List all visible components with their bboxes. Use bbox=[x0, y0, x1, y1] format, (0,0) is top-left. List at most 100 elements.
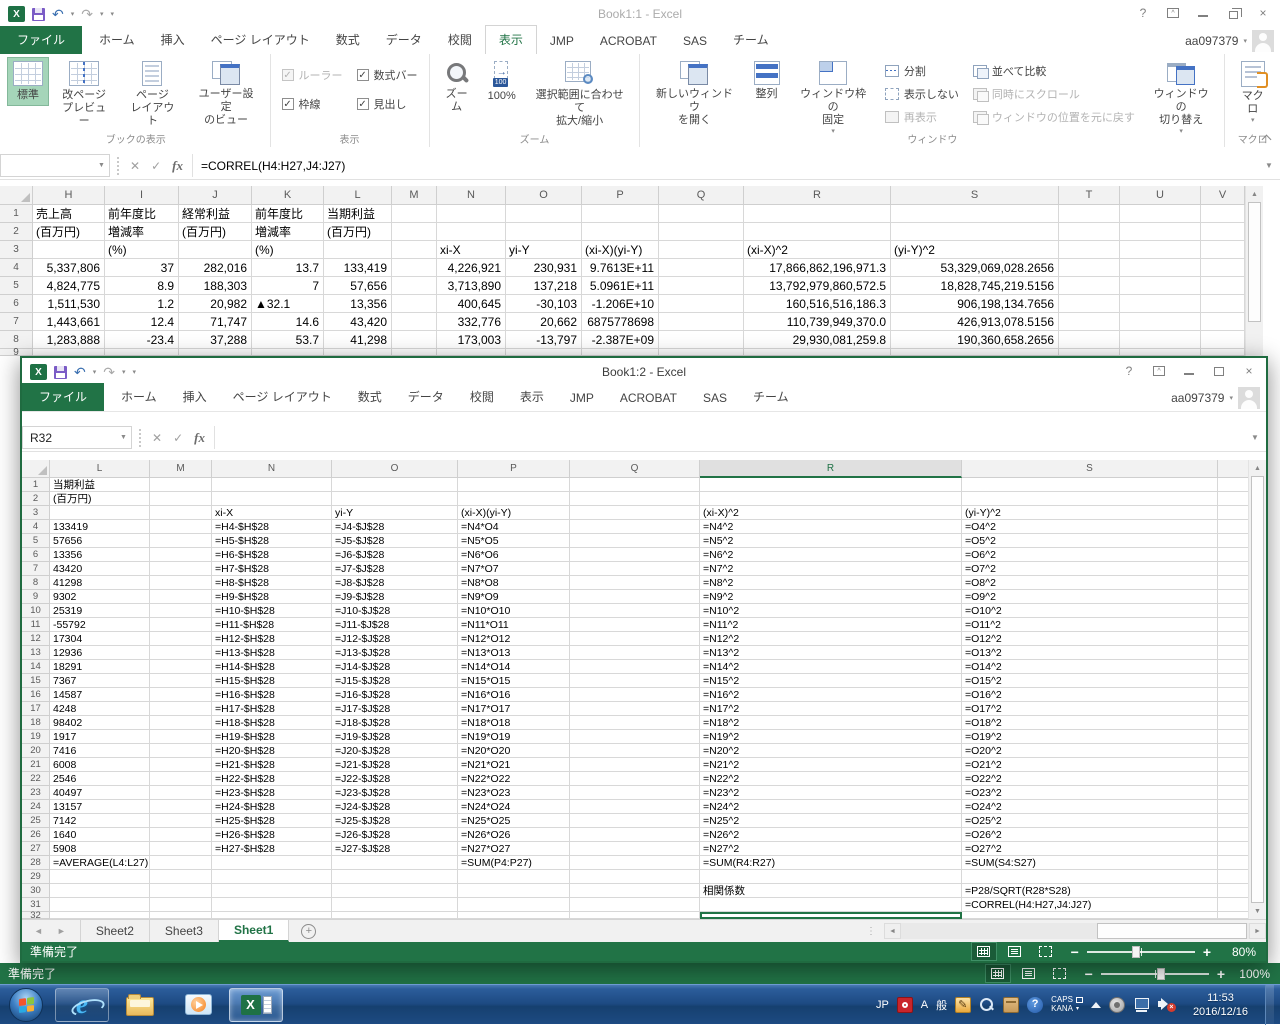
cell-L16[interactable]: 14587 bbox=[50, 688, 150, 702]
cell-R11[interactable]: =N11^2 bbox=[700, 618, 962, 632]
cell-O16[interactable]: =J16-$J$28 bbox=[332, 688, 458, 702]
cell-M9[interactable] bbox=[150, 590, 212, 604]
cell-L7[interactable]: 43,420 bbox=[324, 313, 392, 331]
cell-U2[interactable] bbox=[1120, 223, 1201, 241]
cell-M1[interactable] bbox=[150, 478, 212, 492]
column-header-L[interactable]: L bbox=[50, 460, 150, 478]
formula-bar-checkbox-icon[interactable] bbox=[357, 69, 369, 81]
cell-O12[interactable]: =J12-$J$28 bbox=[332, 632, 458, 646]
zoom-out-icon[interactable]: − bbox=[1085, 968, 1093, 980]
ime-dictionary-icon[interactable] bbox=[979, 997, 995, 1013]
expand-formula-bar-icon[interactable]: ▼ bbox=[1260, 161, 1278, 170]
cell-O27[interactable]: =J27-$J$28 bbox=[332, 842, 458, 856]
cell-L30[interactable] bbox=[50, 884, 150, 898]
cell-S30[interactable]: =P28/SQRT(R28*S28) bbox=[962, 884, 1218, 898]
cell-R29[interactable] bbox=[700, 870, 962, 884]
cell-L5[interactable]: 57656 bbox=[50, 534, 150, 548]
cell-S4[interactable]: =O4^2 bbox=[962, 520, 1218, 534]
zoom-slider-track[interactable] bbox=[1101, 973, 1209, 975]
cell-S15[interactable]: =O15^2 bbox=[962, 674, 1218, 688]
cell-Q4[interactable] bbox=[570, 520, 700, 534]
ime-help-icon[interactable]: ? bbox=[1027, 997, 1043, 1013]
scrollbar-thumb[interactable] bbox=[1248, 202, 1261, 322]
cell-M11[interactable] bbox=[150, 618, 212, 632]
cell-H6[interactable]: 1,511,530 bbox=[33, 295, 105, 313]
cell-H8[interactable]: 1,283,888 bbox=[33, 331, 105, 349]
cell-L3[interactable] bbox=[324, 241, 392, 259]
cell-pad12[interactable] bbox=[1218, 632, 1249, 646]
vertical-scrollbar-book1-1[interactable]: ▲ bbox=[1245, 186, 1263, 356]
cell-M31[interactable] bbox=[150, 898, 212, 912]
cell-R25[interactable]: =N25^2 bbox=[700, 814, 962, 828]
cell-S22[interactable]: =O22^2 bbox=[962, 772, 1218, 786]
row-header-5[interactable]: 5 bbox=[22, 534, 50, 548]
cell-R10[interactable]: =N10^2 bbox=[700, 604, 962, 618]
cell-O13[interactable]: =J13-$J$28 bbox=[332, 646, 458, 660]
cell-pad3[interactable] bbox=[1218, 506, 1249, 520]
cell-L28[interactable]: =AVERAGE(L4:L27) bbox=[50, 856, 150, 870]
menu-tab-7[interactable]: 表示 bbox=[485, 25, 537, 55]
account-dropdown-icon[interactable]: ▾ bbox=[1229, 394, 1233, 402]
menu-tab-5[interactable]: データ bbox=[395, 383, 457, 411]
row-header-1[interactable]: 1 bbox=[0, 205, 33, 223]
cell-P1[interactable] bbox=[582, 205, 659, 223]
cell-P22[interactable]: =N22*O22 bbox=[458, 772, 570, 786]
cell-S20[interactable]: =O20^2 bbox=[962, 744, 1218, 758]
cell-P26[interactable]: =N26*O26 bbox=[458, 828, 570, 842]
macros-button[interactable]: マクロ ▾ bbox=[1230, 57, 1275, 128]
menu-tab-4[interactable]: 数式 bbox=[345, 383, 395, 411]
cell-R9[interactable]: =N9^2 bbox=[700, 590, 962, 604]
menu-tab-1[interactable]: ホーム bbox=[86, 26, 148, 54]
cell-P3[interactable]: (xi-X)(yi-Y) bbox=[582, 241, 659, 259]
cell-R1[interactable] bbox=[700, 478, 962, 492]
cell-N7[interactable]: =H7-$H$28 bbox=[212, 562, 332, 576]
column-header-P[interactable]: P bbox=[458, 460, 570, 478]
cell-N5[interactable]: =H5-$H$28 bbox=[212, 534, 332, 548]
cell-S14[interactable]: =O14^2 bbox=[962, 660, 1218, 674]
cell-L1[interactable]: 当期利益 bbox=[50, 478, 150, 492]
cell-P8[interactable]: -2.387E+09 bbox=[582, 331, 659, 349]
cell-S23[interactable]: =O23^2 bbox=[962, 786, 1218, 800]
cell-T2[interactable] bbox=[1059, 223, 1120, 241]
sheet-tab-sheet3[interactable]: Sheet3 bbox=[150, 920, 219, 942]
cell-S32[interactable] bbox=[962, 912, 1218, 919]
cell-N12[interactable]: =H12-$H$28 bbox=[212, 632, 332, 646]
cell-O9[interactable] bbox=[506, 349, 582, 356]
show-desktop-button[interactable] bbox=[1265, 985, 1274, 1025]
network-icon[interactable] bbox=[1133, 998, 1150, 1012]
cell-U6[interactable] bbox=[1120, 295, 1201, 313]
cell-M19[interactable] bbox=[150, 730, 212, 744]
row-header-28[interactable]: 28 bbox=[22, 856, 50, 870]
cell-R17[interactable]: =N17^2 bbox=[700, 702, 962, 716]
ime-pad-icon[interactable] bbox=[955, 997, 971, 1013]
new-sheet-button[interactable]: + bbox=[301, 924, 316, 939]
menu-tab-11[interactable]: チーム bbox=[720, 26, 782, 54]
cell-U7[interactable] bbox=[1120, 313, 1201, 331]
cell-M3[interactable] bbox=[150, 506, 212, 520]
cell-M1[interactable] bbox=[392, 205, 437, 223]
row-header-5[interactable]: 5 bbox=[0, 277, 33, 295]
cell-M7[interactable] bbox=[150, 562, 212, 576]
restore-button[interactable] bbox=[1218, 2, 1248, 24]
column-header-Q[interactable]: Q bbox=[659, 186, 744, 205]
row-header-1[interactable]: 1 bbox=[22, 478, 50, 492]
cell-O3[interactable]: yi-Y bbox=[506, 241, 582, 259]
cell-O8[interactable]: -13,797 bbox=[506, 331, 582, 349]
cell-R8[interactable]: 29,930,081,259.8 bbox=[744, 331, 891, 349]
cell-S1[interactable] bbox=[891, 205, 1059, 223]
cell-R5[interactable]: =N5^2 bbox=[700, 534, 962, 548]
cell-M12[interactable] bbox=[150, 632, 212, 646]
name-box[interactable]: R32▼ bbox=[22, 426, 132, 449]
menu-tab-9[interactable]: ACROBAT bbox=[587, 29, 670, 54]
normal-view-shortcut[interactable] bbox=[986, 965, 1010, 982]
cell-N5[interactable]: 3,713,890 bbox=[437, 277, 506, 295]
cell-K9[interactable] bbox=[252, 349, 324, 356]
formula-input[interactable]: =CORREL(H4:H27,J4:J27) bbox=[192, 154, 1260, 177]
row-header-21[interactable]: 21 bbox=[22, 758, 50, 772]
zoom-slider[interactable]: − + bbox=[1071, 946, 1211, 958]
cell-L29[interactable] bbox=[50, 870, 150, 884]
cell-N8[interactable]: 173,003 bbox=[437, 331, 506, 349]
cell-U3[interactable] bbox=[1120, 241, 1201, 259]
row-header-19[interactable]: 19 bbox=[22, 730, 50, 744]
cell-P16[interactable]: =N16*O16 bbox=[458, 688, 570, 702]
